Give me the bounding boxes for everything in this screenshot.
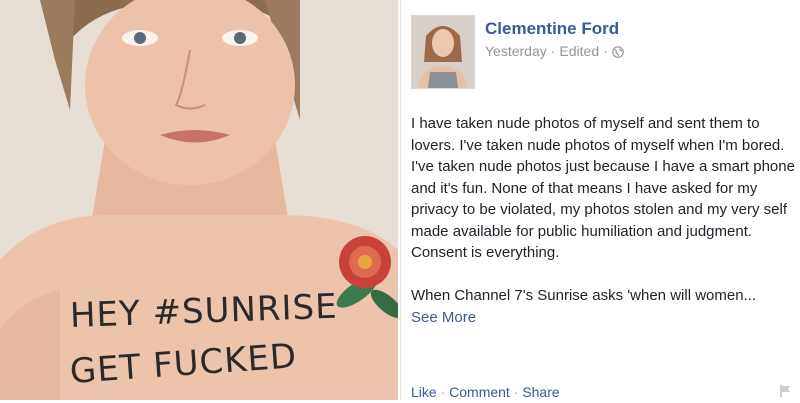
post-actions: Like · Comment · Share: [411, 384, 560, 400]
avatar[interactable]: [411, 15, 475, 89]
post-paragraph-2: When Channel 7's Sunrise asks 'when will…: [411, 285, 795, 328]
post-paragraph-1: I have taken nude photos of myself and s…: [411, 115, 795, 261]
action-separator: ·: [513, 384, 519, 400]
flag-icon[interactable]: [779, 384, 793, 398]
globe-icon[interactable]: [611, 45, 624, 58]
meta-separator: ·: [603, 43, 608, 59]
meta-separator: ·: [550, 43, 556, 59]
author-name[interactable]: Clementine Ford: [485, 19, 619, 39]
post-body: I have taken nude photos of myself and s…: [411, 113, 795, 328]
post-photo[interactable]: HEY #SUNRISE GET FUCKED: [0, 0, 398, 400]
post-meta: Yesterday · Edited ·: [485, 43, 624, 59]
avatar-image: [412, 16, 474, 88]
post-timestamp[interactable]: Yesterday: [485, 43, 547, 59]
post-paragraph-2-text: When Channel 7's Sunrise asks 'when will…: [411, 287, 757, 304]
facebook-post: Clementine Ford Yesterday · Edited · I h…: [400, 0, 800, 400]
like-link[interactable]: Like: [411, 384, 437, 400]
action-separator: ·: [440, 384, 446, 400]
see-more-link[interactable]: See More: [411, 307, 795, 329]
share-link[interactable]: Share: [522, 384, 559, 400]
comment-link[interactable]: Comment: [449, 384, 510, 400]
edited-label[interactable]: Edited: [559, 43, 599, 59]
photo-illustration: [0, 0, 398, 400]
